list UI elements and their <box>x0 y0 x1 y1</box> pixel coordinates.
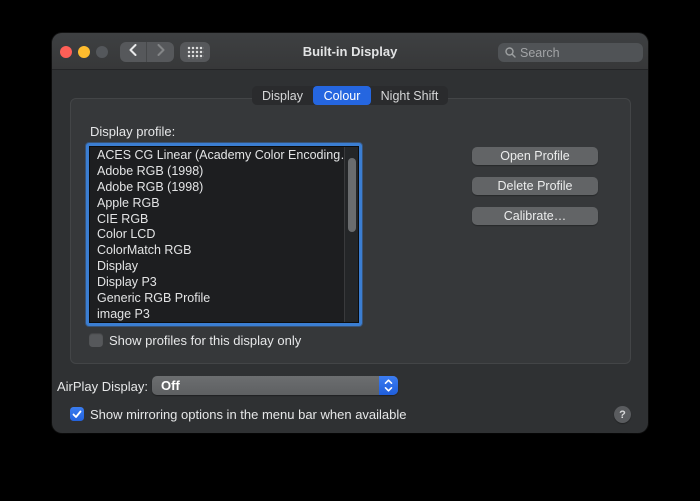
show-all-preferences-button[interactable] <box>180 42 210 62</box>
profile-list-item[interactable]: Color LCD <box>90 227 344 243</box>
delete-profile-button[interactable]: Delete Profile <box>472 177 598 195</box>
search-icon <box>505 47 516 58</box>
tab-bar: Display Colour Night Shift <box>252 86 448 105</box>
tab-night-shift[interactable]: Night Shift <box>371 86 448 105</box>
profile-list-item[interactable]: Adobe RGB (1998) <box>90 180 344 196</box>
tab-display[interactable]: Display <box>252 86 313 105</box>
airplay-display-label: AirPlay Display: <box>56 379 148 394</box>
profile-list-focus-ring: ACES CG Linear (Academy Color Encoding… A… <box>86 143 362 326</box>
forward-button[interactable] <box>147 42 174 62</box>
search-input[interactable] <box>520 43 638 62</box>
profile-list-item[interactable]: image P3 <box>90 307 344 322</box>
scrollbar-thumb[interactable] <box>348 158 356 232</box>
grid-icon <box>186 45 204 59</box>
show-mirroring-options-checkbox[interactable] <box>70 407 84 421</box>
show-profiles-only-checkbox[interactable] <box>89 333 103 347</box>
scrollbar-track[interactable] <box>344 147 358 322</box>
show-mirroring-options-label: Show mirroring options in the menu bar w… <box>90 407 407 422</box>
chevron-left-icon <box>129 43 137 61</box>
history-nav-group <box>120 42 174 62</box>
help-button[interactable]: ? <box>614 406 631 423</box>
profile-list-item[interactable]: ACES CG Linear (Academy Color Encoding… <box>90 148 344 164</box>
close-window-button[interactable] <box>60 46 72 58</box>
profile-list[interactable]: ACES CG Linear (Academy Color Encoding… A… <box>89 146 359 323</box>
profile-list-item[interactable]: ColorMatch RGB <box>90 243 344 259</box>
up-down-chevrons-icon <box>384 379 393 392</box>
profile-list-item[interactable]: Adobe RGB (1998) <box>90 164 344 180</box>
airplay-selected-value: Off <box>161 378 180 393</box>
display-profile-label: Display profile: <box>90 124 176 139</box>
profile-list-item[interactable]: Apple RGB <box>90 196 344 212</box>
profile-list-item[interactable]: Display P3 <box>90 275 344 291</box>
popup-arrows <box>379 376 398 395</box>
airplay-display-popup[interactable]: Off <box>152 376 398 395</box>
zoom-window-button-disabled <box>96 46 108 58</box>
profile-list-item[interactable]: Generic RGB Profile <box>90 291 344 307</box>
checkmark-icon <box>72 410 82 418</box>
minimize-window-button[interactable] <box>78 46 90 58</box>
search-field[interactable] <box>498 43 643 62</box>
profile-list-item[interactable]: CIE RGB <box>90 212 344 228</box>
open-profile-button[interactable]: Open Profile <box>472 147 598 165</box>
calibrate-button[interactable]: Calibrate… <box>472 207 598 225</box>
show-profiles-only-label: Show profiles for this display only <box>109 333 302 348</box>
tab-colour[interactable]: Colour <box>313 86 371 105</box>
back-button[interactable] <box>120 42 147 62</box>
chevron-right-icon <box>157 43 165 61</box>
system-preferences-window: Built-in Display Display Colour Night Sh… <box>52 33 648 433</box>
desktop-background: Built-in Display Display Colour Night Sh… <box>0 0 700 501</box>
profile-list-item[interactable]: Display <box>90 259 344 275</box>
titlebar[interactable]: Built-in Display <box>52 33 648 70</box>
